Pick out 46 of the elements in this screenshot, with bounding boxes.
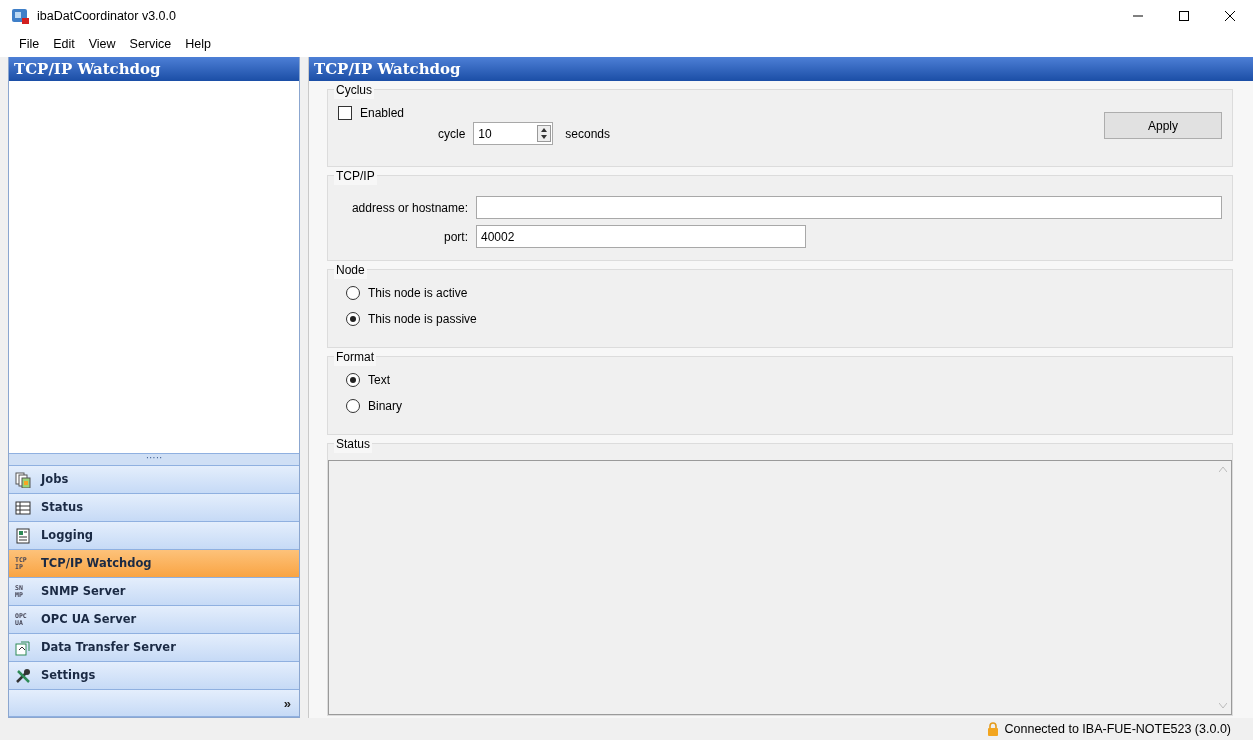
text-field[interactable]: 40002 xyxy=(476,225,806,248)
app-logo-icon xyxy=(12,8,29,24)
close-icon xyxy=(1225,11,1235,21)
scroll-up-icon xyxy=(1218,467,1227,472)
radio-label: This node is passive xyxy=(368,311,477,328)
field-label: port: xyxy=(443,228,468,246)
radio-label: Binary xyxy=(368,398,402,415)
status-text: Connected to IBA-FUE-NOTE523 (3.0.0) xyxy=(1004,720,1231,738)
field-label: address or hostname: xyxy=(350,199,468,217)
menu-item[interactable]: File xyxy=(12,33,47,56)
radio-button[interactable] xyxy=(346,312,360,326)
expand-button[interactable]: » xyxy=(283,696,291,710)
spin-arrows-icon xyxy=(537,125,552,142)
scroll-down-icon xyxy=(1218,703,1227,708)
radio-label: Text xyxy=(368,372,390,389)
apply-button[interactable]: Apply xyxy=(1104,112,1222,139)
field-label: cycle xyxy=(438,125,466,143)
menu-item[interactable]: Service xyxy=(122,33,179,56)
window-title: ibaDatCoordinator v3.0.0 xyxy=(37,7,176,25)
checkbox[interactable] xyxy=(338,106,352,120)
documents-icon xyxy=(15,471,31,488)
text-field[interactable] xyxy=(476,196,1222,219)
checkbox-label: Enabled xyxy=(360,105,405,122)
radio-button[interactable] xyxy=(346,286,360,300)
panel-header: TCP/IP Watchdog xyxy=(309,57,1253,81)
radio-button[interactable] xyxy=(346,399,360,413)
sidebar-header: TCP/IP Watchdog xyxy=(9,57,299,81)
tools-icon xyxy=(15,667,31,684)
table-icon xyxy=(15,499,31,516)
transfer-icon xyxy=(15,639,31,656)
maximize-icon xyxy=(1179,11,1189,21)
number-spinner[interactable]: 10 xyxy=(473,122,554,145)
document-icon xyxy=(15,527,31,544)
menu-item[interactable]: Help xyxy=(178,33,218,56)
menu-item[interactable]: View xyxy=(81,33,123,56)
nav-item[interactable]: Data Transfer Server xyxy=(9,633,299,661)
unit-label: seconds xyxy=(565,125,611,143)
nav-item[interactable]: Settings xyxy=(9,661,299,689)
nav-item[interactable]: Jobs xyxy=(9,465,299,493)
nav-item[interactable]: Logging xyxy=(9,521,299,549)
radio-button[interactable] xyxy=(346,373,360,387)
radio-label: This node is active xyxy=(368,285,468,302)
menu-item[interactable]: Edit xyxy=(46,33,82,56)
splitter-handle[interactable]: ····· xyxy=(9,453,299,465)
lock-icon xyxy=(986,722,999,736)
nav-item[interactable]: Status xyxy=(9,493,299,521)
